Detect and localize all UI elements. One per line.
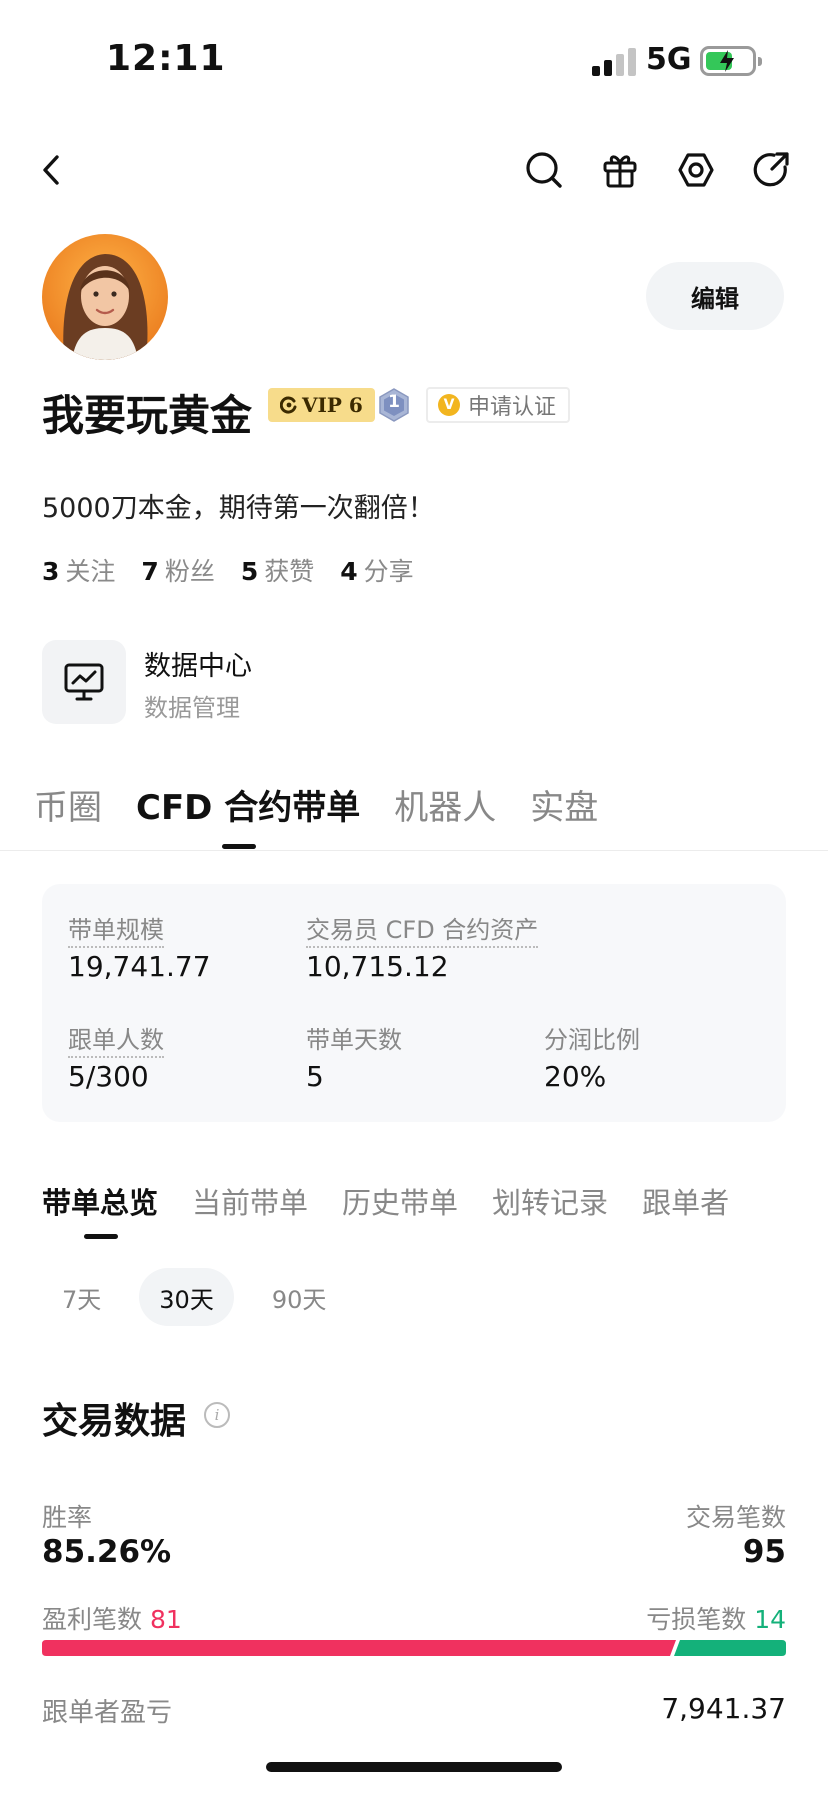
network-type: 5G	[646, 42, 692, 77]
trading-data-title: 交易数据	[42, 1401, 187, 1442]
profile-name: 我要玩黄金	[42, 391, 253, 440]
tab-robot[interactable]: 机器人	[394, 780, 496, 829]
tab-transfer-records[interactable]: 划转记录	[492, 1180, 608, 1222]
trade-count-label: 交易笔数	[685, 1503, 786, 1532]
data-center-button[interactable]	[42, 640, 126, 724]
share-icon	[753, 152, 789, 187]
share-button[interactable]	[748, 146, 796, 194]
gift-button[interactable]	[596, 146, 644, 194]
level-badge-number: 1	[388, 392, 400, 412]
trader-assets-label[interactable]: 交易员 CFD 合约资产	[306, 916, 539, 948]
scale-value: 19,741.77	[68, 950, 211, 983]
tab-crypto[interactable]: 币圈	[34, 780, 102, 829]
apply-verification-label: 申请认证	[468, 395, 557, 420]
days-label: 带单天数	[306, 1026, 402, 1054]
vip-badge-label: VIP 6	[302, 393, 363, 417]
scale-label[interactable]: 带单规模	[68, 916, 164, 948]
data-center-title[interactable]: 数据中心	[144, 644, 252, 683]
followers-count-label[interactable]: 跟单人数	[68, 1026, 164, 1058]
stat-likes[interactable]: 5 获赞	[241, 552, 314, 588]
settings-button[interactable]	[672, 146, 720, 194]
tab-history-orders[interactable]: 历史带单	[342, 1180, 458, 1222]
trade-count-value: 95	[742, 1534, 786, 1570]
tabs-divider	[0, 850, 828, 851]
stat-shares[interactable]: 4 分享	[340, 552, 413, 588]
signal-icon	[592, 48, 636, 76]
period-90d[interactable]: 90天	[252, 1268, 347, 1326]
sub-tabs: 带单总览 当前带单 历史带单 划转记录 跟单者	[42, 1180, 729, 1222]
profit-trades-label: 盈利笔数	[42, 1605, 143, 1634]
active-subtab-indicator	[84, 1234, 118, 1239]
profile-stats: 3 关注 7 粉丝 5 获赞 4 分享	[42, 552, 414, 588]
monitor-chart-icon	[64, 663, 104, 701]
tab-current-orders[interactable]: 当前带单	[192, 1180, 308, 1222]
copy-trading-stats-card: 带单规模 19,741.77 交易员 CFD 合约资产 10,715.12 跟单…	[42, 884, 786, 1122]
tab-cfd-copy-trading[interactable]: CFD 合约带单	[136, 780, 360, 829]
follower-pnl-value: 7,941.37	[661, 1692, 786, 1725]
followers-count-value: 5/300	[68, 1060, 149, 1093]
win-rate-value: 85.26%	[42, 1534, 172, 1570]
apply-verification-button[interactable]: V 申请认证	[426, 387, 571, 423]
stat-number: 3	[42, 557, 60, 586]
period-selector: 7天 30天 90天	[42, 1268, 346, 1326]
info-icon[interactable]: i	[204, 1402, 230, 1428]
profile-bio: 5000刀本金，期待第一次翻倍！	[42, 493, 435, 524]
level-badge[interactable]: 1	[378, 388, 410, 422]
home-indicator[interactable]	[266, 1762, 562, 1772]
search-button[interactable]	[520, 146, 568, 194]
stat-label: 关注	[65, 557, 116, 586]
profit-trades: 盈利笔数 81	[42, 1600, 182, 1636]
loss-segment	[674, 1640, 786, 1656]
stat-label: 粉丝	[164, 557, 215, 586]
period-7d[interactable]: 7天	[42, 1268, 121, 1326]
avatar[interactable]	[42, 234, 168, 360]
data-center-subtitle: 数据管理	[144, 694, 240, 722]
loss-trades-label: 亏损笔数	[646, 1605, 747, 1634]
stat-number: 7	[141, 557, 159, 586]
active-tab-indicator	[222, 844, 256, 849]
tab-followers[interactable]: 跟单者	[642, 1180, 729, 1222]
stat-label: 分享	[363, 557, 414, 586]
gift-icon	[603, 155, 637, 188]
edit-profile-button[interactable]: 编辑	[646, 262, 784, 330]
status-time: 12:11	[106, 38, 226, 79]
win-rate-label: 胜率	[42, 1503, 93, 1532]
vip-badge[interactable]: VIP 6	[268, 388, 375, 422]
back-button[interactable]	[28, 146, 76, 194]
profit-share-label: 分润比例	[544, 1026, 640, 1054]
stat-followers[interactable]: 7 粉丝	[141, 552, 214, 588]
tab-live-trading[interactable]: 实盘	[530, 780, 598, 829]
search-icon	[526, 152, 562, 188]
period-30d[interactable]: 30天	[139, 1268, 234, 1326]
verified-icon: V	[438, 394, 460, 416]
vip-logo-icon	[280, 396, 297, 414]
profit-share-value: 20%	[544, 1060, 607, 1093]
chevron-left-icon	[43, 155, 59, 185]
stat-number: 4	[340, 557, 358, 586]
profit-loss-ratio-bar	[42, 1640, 786, 1656]
tab-overview[interactable]: 带单总览	[42, 1180, 158, 1222]
follower-pnl-label: 跟单者盈亏	[42, 1698, 173, 1728]
stat-number: 5	[240, 557, 259, 586]
gear-icon	[678, 153, 714, 187]
main-tabs: 币圈 CFD 合约带单 机器人 实盘	[34, 780, 598, 829]
trader-assets-value: 10,715.12	[306, 950, 449, 983]
profit-segment	[42, 1640, 676, 1656]
profit-trades-count: 81	[149, 1605, 182, 1634]
loss-trades: 亏损笔数 14	[646, 1600, 786, 1636]
battery-icon	[700, 46, 762, 76]
loss-trades-count: 14	[754, 1605, 786, 1634]
stat-label: 获赞	[264, 557, 315, 586]
stat-following[interactable]: 3 关注	[42, 552, 115, 588]
days-value: 5	[306, 1060, 324, 1093]
